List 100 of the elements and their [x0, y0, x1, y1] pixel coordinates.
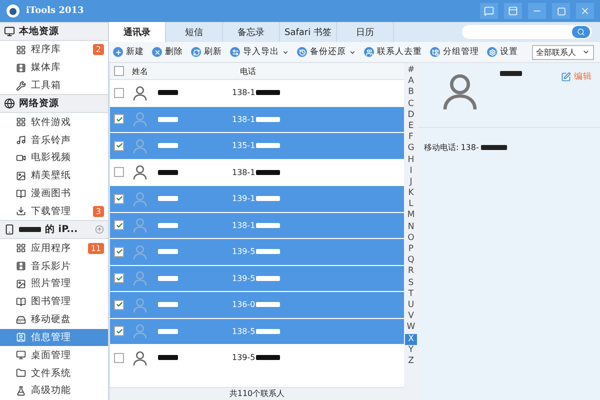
column-header[interactable]: 电话: [240, 66, 390, 76]
index-letter[interactable]: X: [405, 334, 417, 345]
row-checkbox[interactable]: [114, 140, 124, 151]
monitor-icon: [4, 26, 15, 37]
index-letter[interactable]: Q: [405, 255, 417, 266]
sidebar-section-header[interactable]: 网络资源: [0, 94, 108, 114]
phone-text: 138-1: [232, 88, 256, 98]
index-letter[interactable]: O: [405, 232, 417, 244]
sidebar-item[interactable]: 桌面管理: [0, 346, 108, 364]
menu-button[interactable]: [504, 3, 522, 19]
monitor-icon: [16, 350, 26, 360]
sidebar-section-header[interactable]: 本地资源: [0, 22, 108, 41]
sidebar-item[interactable]: 电影视频: [0, 149, 108, 167]
index-letter[interactable]: J: [405, 176, 417, 188]
row-checkbox[interactable]: [114, 194, 124, 204]
folder-icon: [16, 368, 26, 378]
sidebar-item[interactable]: 音乐影片: [0, 257, 108, 275]
toolbar-button[interactable]: 联系人去重: [362, 46, 424, 58]
chat-icon: [484, 6, 494, 16]
redacted-mark: [256, 90, 280, 96]
toolbar-button[interactable]: 设置: [485, 46, 520, 58]
search-button[interactable]: [572, 26, 590, 38]
phone-text: 139-5: [232, 274, 256, 283]
index-letter[interactable]: M: [405, 210, 417, 222]
index-letter[interactable]: L: [405, 199, 417, 210]
row-checkbox[interactable]: [114, 273, 124, 284]
settings-icon: [487, 47, 497, 57]
maximize-button[interactable]: [552, 3, 570, 19]
sidebar-item[interactable]: 高级功能: [0, 382, 108, 400]
index-letter[interactable]: F: [405, 132, 417, 144]
row-checkbox[interactable]: [114, 300, 124, 310]
sidebar-item[interactable]: 应用程序 11: [0, 239, 108, 258]
tab[interactable]: 通讯录: [109, 22, 166, 42]
index-letter[interactable]: Z: [405, 356, 417, 368]
sidebar-item[interactable]: 精美壁纸: [0, 166, 108, 185]
row-checkbox[interactable]: [114, 246, 124, 257]
index-letter[interactable]: Y: [405, 344, 417, 356]
feedback-button[interactable]: [480, 3, 498, 19]
redacted-name: [158, 249, 178, 254]
sidebar-item[interactable]: 下载管理 3: [0, 202, 108, 220]
toolbar-button[interactable]: 删除: [150, 46, 185, 58]
index-letter[interactable]: A: [405, 76, 417, 88]
row-checkbox[interactable]: [114, 220, 124, 230]
toolbar-button[interactable]: 备份还原: [295, 46, 358, 58]
row-checkbox[interactable]: [114, 88, 124, 98]
redacted-mark: [256, 143, 280, 148]
index-letter[interactable]: B: [405, 87, 417, 99]
row-checkbox[interactable]: [114, 326, 124, 336]
column-header[interactable]: 姓名: [132, 66, 240, 76]
row-checkbox[interactable]: [114, 352, 124, 363]
index-letter[interactable]: P: [405, 244, 417, 256]
sidebar-section-header[interactable]: 的 iP...: [0, 220, 108, 240]
index-letter[interactable]: I: [405, 166, 417, 177]
sidebar-item[interactable]: 软件游戏: [0, 113, 108, 132]
close-icon: [580, 6, 590, 16]
phone-text: 138-1: [232, 114, 256, 124]
index-letter[interactable]: R: [405, 266, 417, 278]
toolbar-button[interactable]: 导入导出: [228, 46, 291, 58]
index-letter[interactable]: E: [405, 120, 417, 132]
select-all-checkbox[interactable]: [114, 66, 124, 76]
sidebar-item[interactable]: 漫画图书: [0, 184, 108, 203]
index-letter[interactable]: H: [405, 154, 417, 166]
person-icon: [132, 217, 148, 234]
sidebar-item[interactable]: 程序库 2: [0, 40, 108, 59]
sidebar-item[interactable]: 图书管理: [0, 292, 108, 311]
filter-dropdown[interactable]: 全部联系人: [532, 44, 594, 60]
redacted-mark: [256, 249, 280, 254]
person-icon: [132, 350, 148, 366]
index-letter[interactable]: C: [405, 98, 417, 110]
index-letter[interactable]: K: [405, 188, 417, 200]
index-letter[interactable]: U: [405, 300, 417, 312]
toolbar-button[interactable]: 刷新: [189, 46, 224, 58]
index-letter[interactable]: S: [405, 278, 417, 289]
music-note-icon: [16, 135, 26, 146]
index-letter[interactable]: V: [405, 311, 417, 322]
redacted-mark: [256, 222, 280, 228]
sidebar-item[interactable]: 媒体库: [0, 58, 108, 77]
sidebar-item[interactable]: 文件系统: [0, 364, 108, 382]
index-letter[interactable]: D: [405, 110, 417, 121]
sidebar-item[interactable]: 照片管理: [0, 275, 108, 293]
minimize-button[interactable]: [528, 3, 546, 19]
sidebar-item[interactable]: 移动硬盘: [0, 310, 108, 329]
search-icon: [577, 28, 585, 36]
count-badge: 2: [92, 44, 104, 56]
search-field[interactable]: [462, 25, 592, 39]
person-icon: [132, 164, 148, 180]
index-letter[interactable]: N: [405, 222, 417, 233]
index-letter[interactable]: G: [405, 143, 417, 154]
redacted-mark: [256, 302, 280, 308]
index-letter[interactable]: #: [405, 65, 417, 76]
row-checkbox[interactable]: [114, 114, 124, 124]
sidebar-item[interactable]: 音乐铃声: [0, 131, 108, 150]
toolbar-button[interactable]: 新建: [111, 46, 146, 58]
toolbar-button[interactable]: 分组管理: [428, 46, 481, 58]
sidebar-item[interactable]: 工具箱: [0, 76, 108, 94]
row-checkbox[interactable]: [114, 167, 124, 178]
person-icon: [132, 323, 148, 340]
index-letter[interactable]: W: [405, 322, 417, 334]
index-letter[interactable]: T: [405, 288, 417, 300]
close-button[interactable]: [576, 3, 594, 19]
